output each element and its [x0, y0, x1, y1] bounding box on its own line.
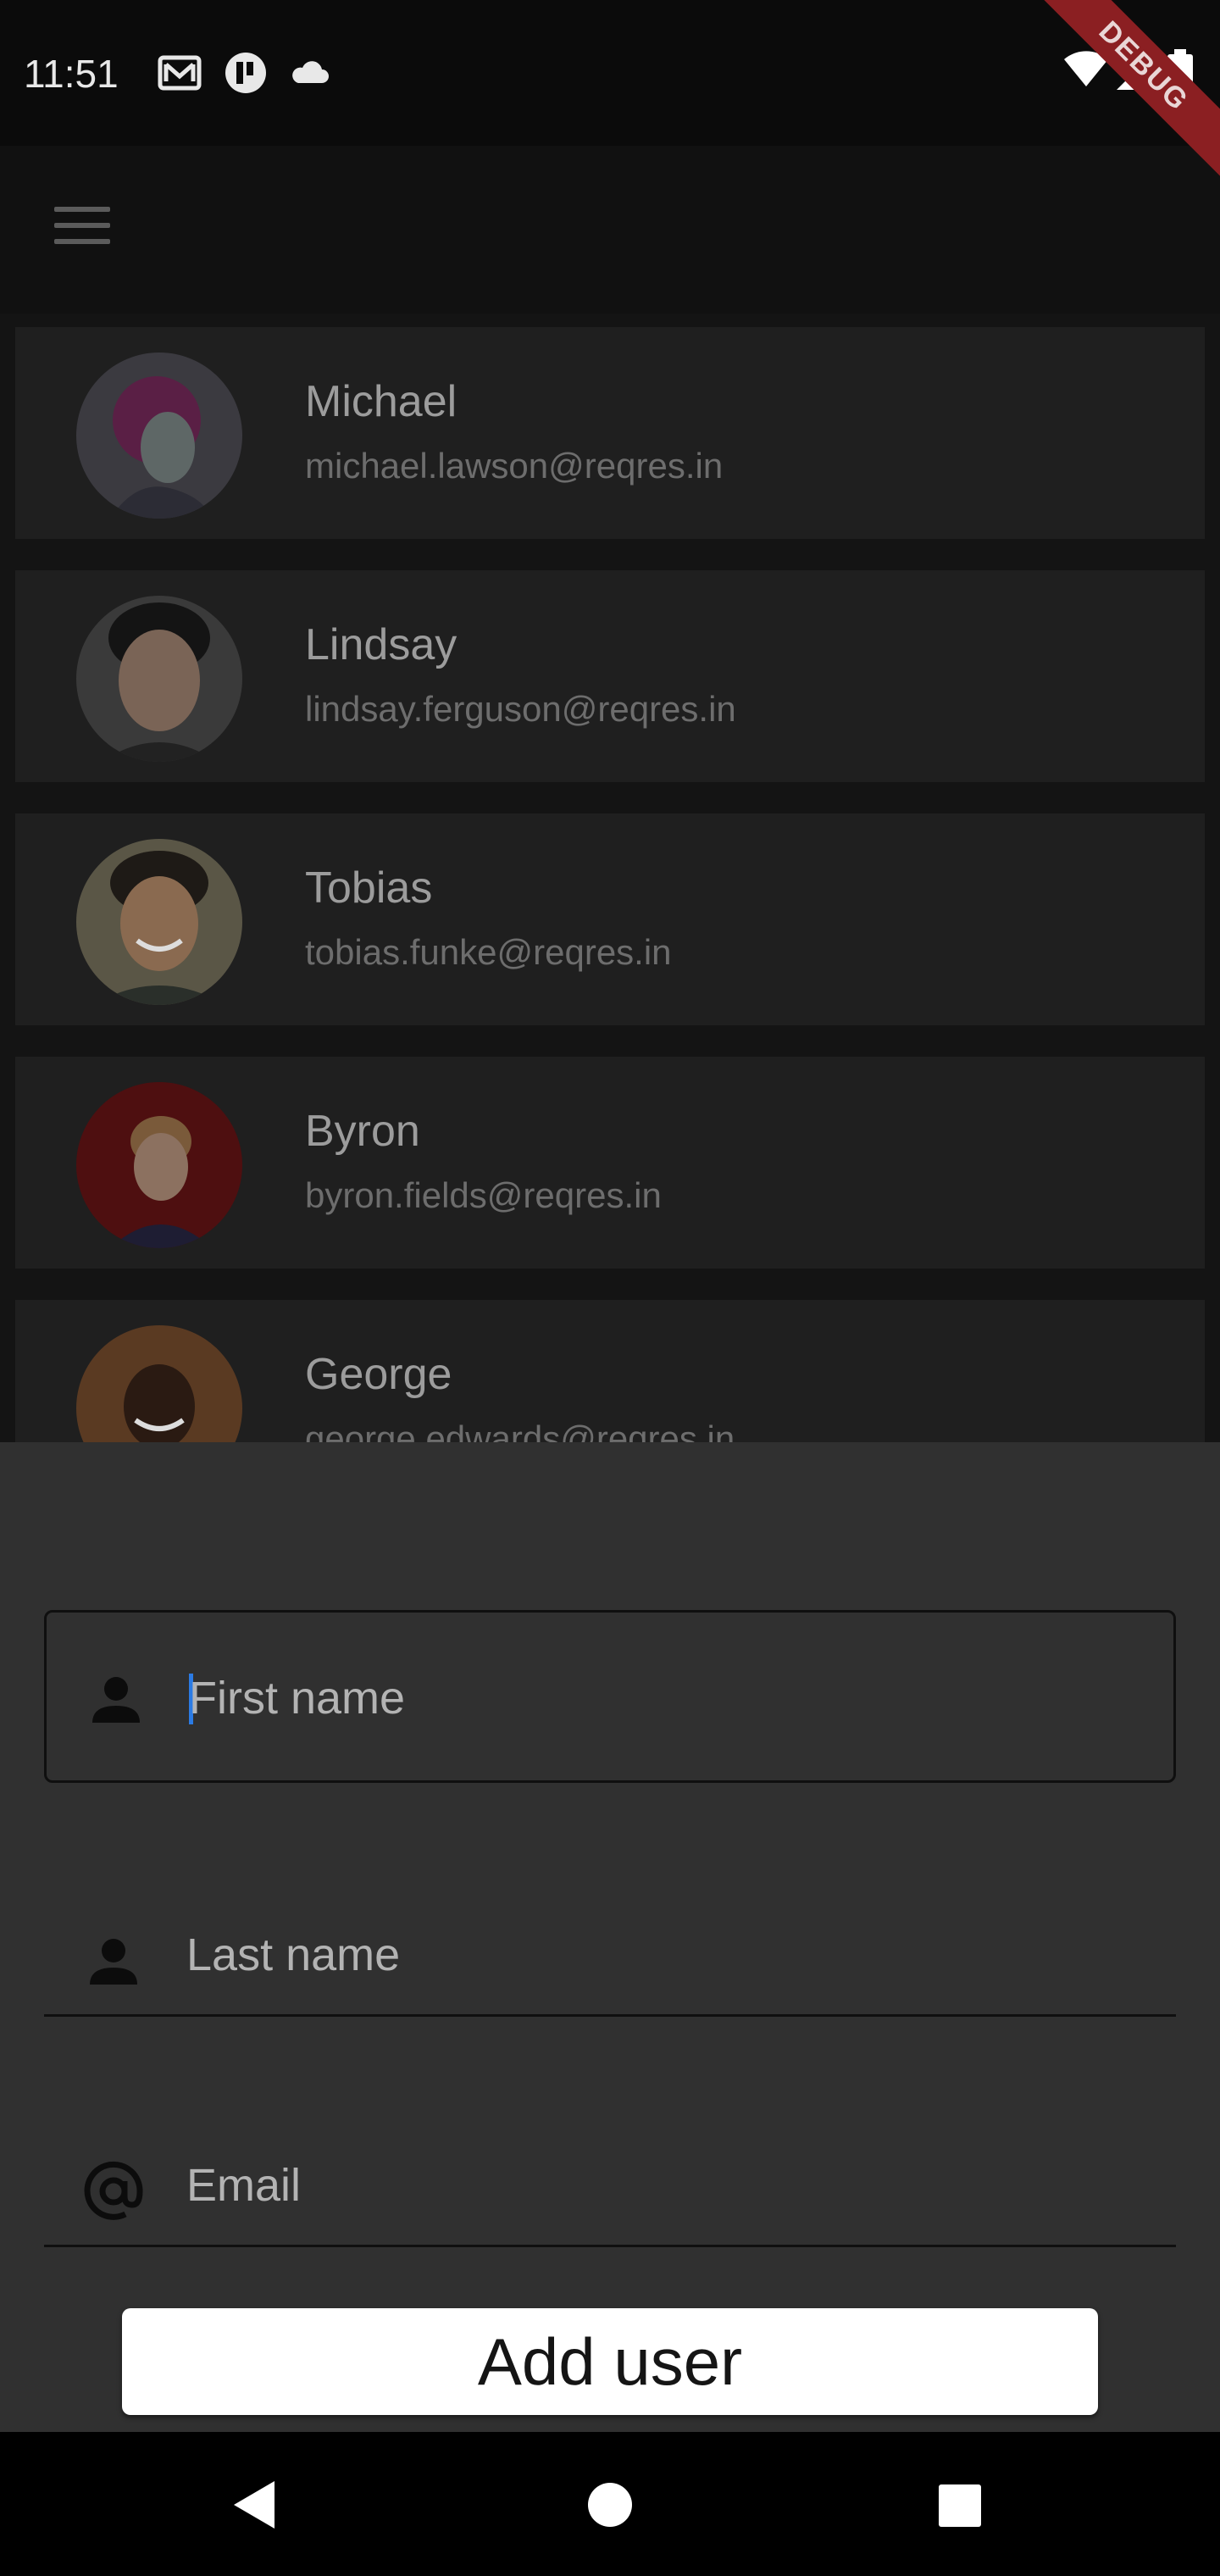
status-bar: 11:51	[0, 0, 1220, 146]
email-placeholder: Email	[186, 2160, 302, 2211]
person-icon	[92, 1677, 140, 1723]
home-icon[interactable]	[586, 2481, 634, 2529]
cloud-icon	[292, 61, 329, 83]
menu-icon[interactable]	[54, 207, 110, 251]
list-item[interactable]: Tobias tobias.funke@reqres.in	[15, 813, 1205, 1025]
user-name: Michael	[305, 377, 458, 426]
first-name-placeholder: First name	[189, 1673, 406, 1724]
user-email: george.edwards@reqres.in	[305, 1418, 735, 1442]
first-name-field[interactable]: First name	[44, 1610, 1176, 1783]
add-user-sheet: First name Last name Email Add user	[0, 1442, 1220, 2432]
gmail-icon	[158, 55, 202, 91]
list-item[interactable]: Byron byron.fields@reqres.in	[15, 1057, 1205, 1269]
user-list: Michael michael.lawson@reqres.in Lindsay…	[0, 314, 1220, 1442]
at-sign-icon	[84, 2161, 143, 2220]
user-email: michael.lawson@reqres.in	[305, 446, 724, 486]
app-notification-icon	[225, 53, 266, 93]
back-icon[interactable]	[230, 2479, 278, 2530]
list-item[interactable]: Michael michael.lawson@reqres.in	[15, 327, 1205, 539]
avatar	[76, 353, 242, 519]
avatar	[76, 839, 242, 1005]
user-name: Tobias	[305, 863, 433, 913]
status-time: 11:51	[24, 52, 119, 96]
user-email: lindsay.ferguson@reqres.in	[305, 689, 736, 729]
navigation-bar	[0, 2432, 1220, 2576]
avatar	[76, 1082, 242, 1248]
avatar	[76, 1325, 242, 1442]
email-field[interactable]: Email	[44, 2078, 1176, 2247]
list-item[interactable]: George george.edwards@reqres.in	[15, 1300, 1205, 1442]
app-bar	[0, 146, 1220, 314]
last-name-placeholder: Last name	[186, 1929, 401, 1980]
user-email: tobias.funke@reqres.in	[305, 932, 672, 972]
user-name: Byron	[305, 1107, 420, 1156]
last-name-field[interactable]: Last name	[44, 1840, 1176, 2017]
recents-icon[interactable]	[937, 2483, 983, 2529]
person-icon	[90, 1939, 137, 1985]
user-name: George	[305, 1350, 452, 1399]
list-item[interactable]: Lindsay lindsay.ferguson@reqres.in	[15, 570, 1205, 782]
avatar	[76, 596, 242, 762]
user-email: byron.fields@reqres.in	[305, 1175, 662, 1215]
add-user-button[interactable]: Add user	[122, 2308, 1098, 2415]
user-name: Lindsay	[305, 620, 458, 669]
